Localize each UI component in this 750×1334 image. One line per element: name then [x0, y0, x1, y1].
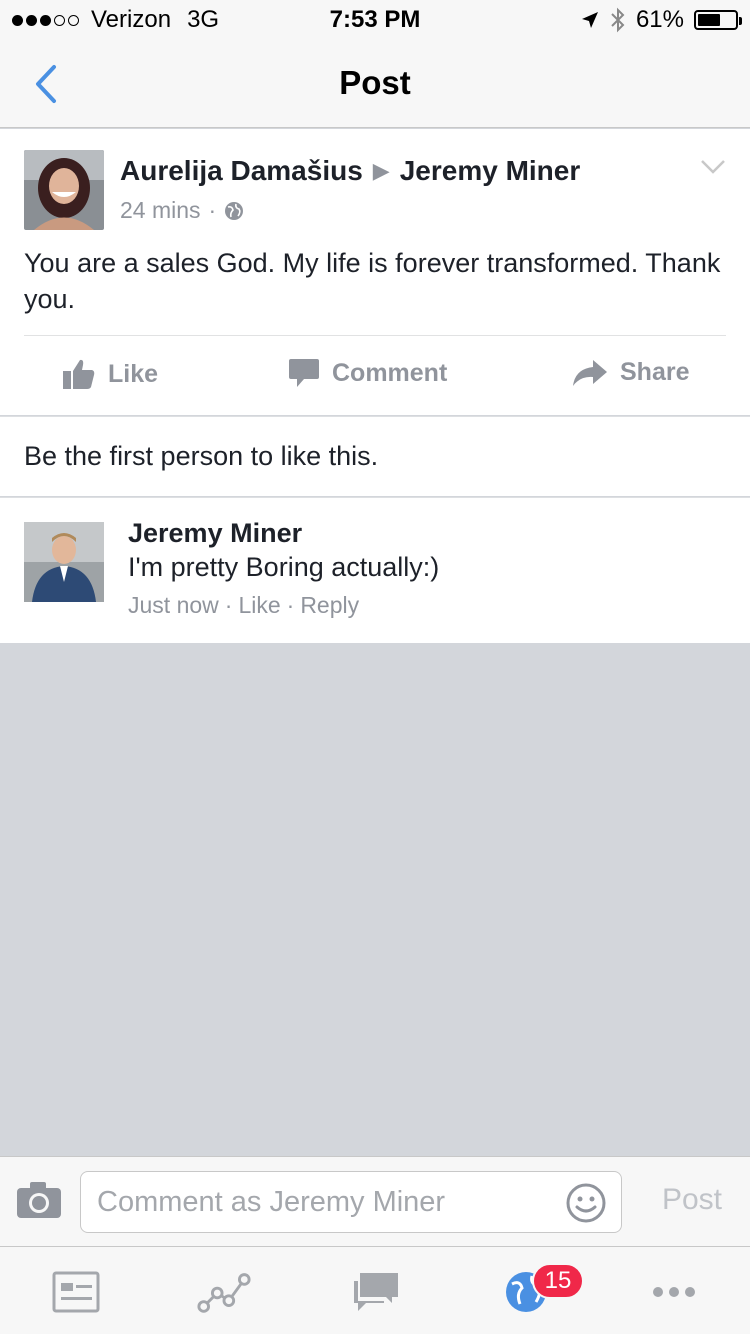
comment-input-wrapper	[80, 1171, 622, 1233]
comment-text: I'm pretty Boring actually:)	[128, 552, 440, 582]
commenter-avatar[interactable]	[24, 522, 104, 602]
share-arrow-icon	[573, 359, 607, 386]
thumbs-up-icon	[63, 359, 95, 389]
commenter-name[interactable]: Jeremy Miner	[128, 518, 302, 549]
nav-bar: Post	[0, 40, 750, 128]
tab-news-feed[interactable]	[48, 1267, 104, 1317]
chat-bubbles-icon	[354, 1273, 398, 1311]
comment-time: Just now	[128, 592, 219, 618]
post-options-button[interactable]	[700, 159, 726, 180]
author-avatar[interactable]	[24, 150, 104, 230]
battery-percent: 61%	[635, 6, 684, 33]
status-right: 61%	[580, 6, 742, 34]
post-meta: 24 mins ·	[120, 197, 244, 224]
comment-reply-link[interactable]: Reply	[300, 592, 359, 619]
comment-like-link[interactable]: Like	[238, 592, 280, 619]
more-dots-icon	[653, 1287, 695, 1297]
chevron-down-icon	[701, 160, 725, 174]
comment-item: Jeremy Miner I'm pretty Boring actually:…	[0, 497, 750, 643]
post-header: Aurelija Damašius ▶ Jeremy Miner	[120, 155, 580, 187]
bluetooth-icon	[611, 7, 625, 33]
camera-button[interactable]	[16, 1181, 62, 1224]
speech-bubble-icon	[289, 359, 319, 387]
comment-composer: Post	[0, 1156, 750, 1246]
tab-messages[interactable]	[348, 1267, 404, 1317]
news-feed-icon	[52, 1271, 100, 1313]
tab-more[interactable]	[646, 1267, 702, 1317]
like-button[interactable]: Like	[62, 358, 158, 390]
comment-input[interactable]	[81, 1172, 541, 1232]
activity-graph-icon	[197, 1273, 251, 1313]
share-button[interactable]: Share	[572, 358, 689, 387]
post-text: You are a sales God. My life is forever …	[24, 248, 721, 314]
tab-bar: 15	[0, 1246, 750, 1334]
author-name[interactable]: Aurelija Damašius	[120, 155, 363, 187]
post-card: Aurelija Damašius ▶ Jeremy Miner 24 mins…	[0, 129, 750, 415]
comment-meta: Just now · Like · Reply	[128, 592, 360, 619]
post-actions: Like Comment Share	[0, 336, 750, 415]
likes-text: Be the first person to like this.	[24, 441, 379, 471]
comment-button[interactable]: Comment	[288, 358, 447, 388]
tab-activity[interactable]	[196, 1267, 252, 1317]
globe-icon	[225, 201, 244, 220]
battery-icon	[694, 10, 742, 30]
share-label: Share	[620, 358, 690, 386]
location-arrow-icon	[581, 12, 598, 28]
smiley-icon	[566, 1183, 606, 1223]
comment-label: Comment	[332, 358, 448, 387]
target-name[interactable]: Jeremy Miner	[400, 155, 581, 187]
likes-summary: Be the first person to like this.	[0, 416, 750, 496]
camera-icon	[17, 1182, 61, 1218]
post-time[interactable]: 24 mins	[120, 197, 201, 224]
post-comment-button[interactable]: Post	[662, 1183, 722, 1217]
emoji-button[interactable]	[565, 1182, 607, 1229]
status-bar: Verizon 3G 7:53 PM 61%	[0, 0, 750, 40]
like-label: Like	[108, 359, 159, 388]
page-title: Post	[339, 64, 411, 101]
notification-badge: 15	[532, 1263, 584, 1299]
triangle-right-icon: ▶	[372, 158, 390, 183]
